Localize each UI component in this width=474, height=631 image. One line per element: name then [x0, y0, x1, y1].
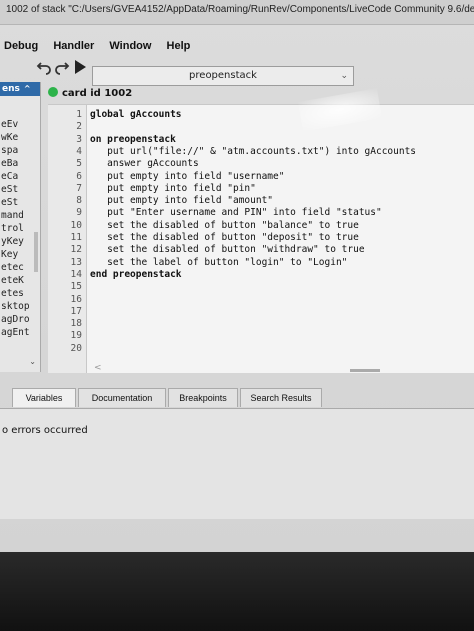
handler-list-item[interactable]: eSt: [0, 196, 40, 209]
handler-list-item[interactable]: mand: [0, 209, 40, 222]
line-number: 19: [70, 330, 82, 342]
tab-search-results[interactable]: Search Results: [240, 388, 322, 407]
handler-list-panel: ens ^ eEv wKe spa eBa eCa eSt eSt mand trol yKey Ke…: [0, 82, 41, 372]
line-number: 2: [76, 121, 82, 133]
results-pane: o errors occurred: [0, 408, 474, 519]
handler-list: eEv wKe spa eBa eCa eSt eSt mand trol yKey Key etec…: [0, 118, 40, 339]
line-number: 20: [70, 342, 82, 354]
card-tab[interactable]: card id 1002: [48, 86, 138, 102]
screen: 1002 of stack "C:/Users/GVEA4152/AppData…: [0, 0, 474, 552]
line-number: 15: [70, 281, 82, 293]
run-icon[interactable]: [72, 59, 88, 75]
chevron-down-icon: ⌄: [340, 71, 348, 81]
chevron-up-icon: ^: [23, 84, 31, 93]
handler-list-item[interactable]: eSt: [0, 183, 40, 196]
scrollbar[interactable]: [34, 232, 38, 272]
code-line[interactable]: set the disabled of button "deposit" to …: [90, 232, 359, 243]
handler-list-item[interactable]: agEnt: [0, 326, 40, 339]
line-number: 7: [76, 182, 82, 194]
line-number-gutter: 1 2 3 4 5 6 7 8 9 10 11 12 13 14 15 16 17 18 19 20: [48, 105, 87, 373]
menu-help[interactable]: Help: [167, 36, 191, 56]
code-line[interactable]: answer gAccounts: [90, 158, 199, 169]
line-number: 10: [70, 219, 82, 231]
code-line[interactable]: set the disabled of button "balance" to …: [90, 220, 359, 231]
handler-list-item[interactable]: agDro: [0, 313, 40, 326]
panel-header-label: ens: [2, 84, 20, 94]
menu-handler[interactable]: Handler: [53, 36, 94, 56]
scrollbar-thumb[interactable]: [350, 369, 380, 372]
line-number: 14: [70, 268, 82, 280]
handler-list-item[interactable]: etes: [0, 287, 40, 300]
line-number: 16: [70, 293, 82, 305]
handler-list-item[interactable]: sktop: [0, 300, 40, 313]
menu-bar: Debug Handler Window Help: [0, 34, 474, 54]
code-line[interactable]: end preopenstack: [90, 269, 182, 280]
line-number: 1: [76, 109, 82, 120]
line-number: 9: [76, 207, 82, 219]
code-line[interactable]: put empty into field "amount": [90, 195, 273, 206]
code-line[interactable]: put empty into field "username": [90, 171, 284, 182]
handler-list-item[interactable]: spa: [0, 144, 40, 157]
tab-documentation[interactable]: Documentation: [78, 388, 166, 407]
handler-list-item[interactable]: eBa: [0, 157, 40, 170]
line-number: 12: [70, 244, 82, 256]
code-line[interactable]: put "Enter username and PIN" into field …: [90, 207, 382, 218]
undo-icon[interactable]: [36, 59, 52, 75]
line-number: 4: [76, 145, 82, 157]
window-title: 1002 of stack "C:/Users/GVEA4152/AppData…: [6, 4, 474, 15]
code-line[interactable]: put empty into field "pin": [90, 183, 256, 194]
menu-window[interactable]: Window: [109, 36, 151, 56]
line-number: 6: [76, 170, 82, 182]
monitor-bezel: [0, 552, 474, 631]
handler-dropdown-value: preopenstack: [189, 70, 257, 81]
handler-list-item[interactable]: eteK: [0, 274, 40, 287]
menu-debug[interactable]: Debug: [4, 36, 38, 56]
status-dot-icon: [48, 87, 58, 97]
line-number: 8: [76, 195, 82, 207]
tab-breakpoints[interactable]: Breakpoints: [168, 388, 238, 407]
line-number: 5: [76, 158, 82, 170]
line-number: 17: [70, 305, 82, 317]
handler-list-item[interactable]: wKe: [0, 131, 40, 144]
bottom-tabs: Variables Documentation Breakpoints Sear…: [0, 382, 474, 408]
line-number: 13: [70, 256, 82, 268]
scroll-left-icon[interactable]: <: [94, 363, 102, 373]
chevron-down-icon[interactable]: ⌄: [29, 357, 36, 366]
handler-dropdown[interactable]: preopenstack ⌄: [92, 66, 354, 86]
script-editor[interactable]: 1 2 3 4 5 6 7 8 9 10 11 12 13 14 15 16 17 18 19 20 global g…: [48, 104, 474, 373]
code-line[interactable]: put url("file://" & "atm.accounts.txt") …: [90, 146, 416, 157]
card-tab-label: card id 1002: [62, 88, 133, 99]
redo-icon[interactable]: [54, 59, 70, 75]
line-number: 18: [70, 318, 82, 330]
line-number: 11: [70, 232, 82, 243]
line-number: 3: [76, 133, 82, 145]
window-titlebar: 1002 of stack "C:/Users/GVEA4152/AppData…: [0, 0, 474, 25]
horizontal-scrollbar[interactable]: <: [90, 363, 470, 373]
code-line[interactable]: on preopenstack: [90, 134, 176, 145]
handler-list-item[interactable]: eEv: [0, 118, 40, 131]
code-line[interactable]: set the disabled of button "withdraw" to…: [90, 244, 364, 255]
results-message: o errors occurred: [2, 425, 88, 436]
tab-variables[interactable]: Variables: [12, 388, 76, 407]
panel-header[interactable]: ens ^: [0, 82, 40, 96]
code-line[interactable]: global gAccounts: [90, 109, 182, 120]
handler-list-item[interactable]: eCa: [0, 170, 40, 183]
code-line[interactable]: set the label of button "login" to "Logi…: [90, 257, 347, 268]
